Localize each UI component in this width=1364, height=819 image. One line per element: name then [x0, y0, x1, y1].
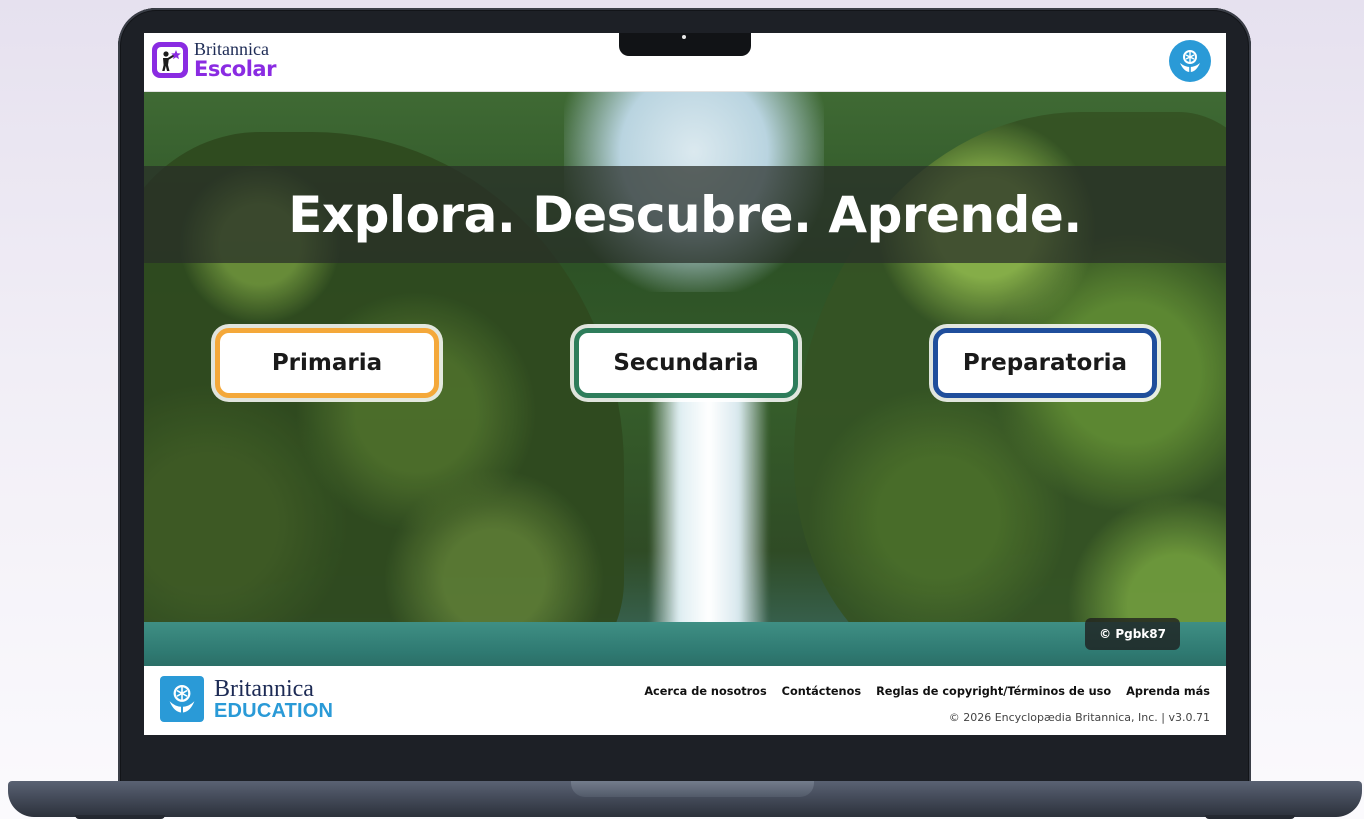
copyright-text: © 2026 Encyclopædia Britannica, Inc. | v…	[948, 711, 1210, 724]
hero-pool	[144, 622, 1226, 666]
camera-notch	[619, 33, 751, 56]
footer-link-copyright-terms[interactable]: Reglas de copyright/Términos de uso	[876, 685, 1111, 698]
laptop-foot-right	[1205, 815, 1295, 819]
logo-escolar-text: Escolar	[194, 57, 276, 81]
footer-links: Acerca de nosotros Contáctenos Reglas de…	[644, 685, 1210, 698]
hero-section: Explora. Descubre. Aprende. Primaria Sec…	[144, 92, 1226, 666]
britannica-thistle-icon[interactable]	[1169, 40, 1211, 82]
headline-banner: Explora. Descubre. Aprende.	[144, 166, 1226, 263]
hero-waterfall	[649, 392, 769, 642]
britannica-thistle-icon	[160, 676, 204, 722]
browser-screen: Britannica Escolar Explora. Descubre. Ap…	[144, 33, 1226, 735]
camera-dot	[682, 35, 686, 39]
footer-link-about[interactable]: Acerca de nosotros	[644, 685, 766, 698]
preparatoria-button[interactable]: Preparatoria	[933, 328, 1157, 398]
laptop-base	[8, 781, 1362, 817]
laptop-hinge-groove	[571, 781, 814, 797]
laptop-foot-left	[75, 815, 165, 819]
secundaria-button[interactable]: Secundaria	[574, 328, 798, 398]
footer: Britannica EDUCATION Acerca de nosotros …	[144, 666, 1226, 735]
logo-britannica-text: Britannica	[194, 39, 269, 59]
footer-link-learn-more[interactable]: Aprenda más	[1126, 685, 1210, 698]
hero-headline: Explora. Descubre. Aprende.	[288, 185, 1082, 244]
footer-link-contact[interactable]: Contáctenos	[782, 685, 861, 698]
britannica-escolar-logo[interactable]: Britannica Escolar	[152, 40, 276, 80]
britannica-education-logo[interactable]: Britannica EDUCATION	[160, 676, 333, 722]
footer-logo-education-text: EDUCATION	[214, 700, 334, 722]
photo-credit-badge: © Pgbk87	[1085, 618, 1180, 650]
footer-logo-britannica-text: Britannica	[214, 676, 314, 702]
primaria-button[interactable]: Primaria	[215, 328, 439, 398]
student-star-icon	[152, 42, 188, 78]
